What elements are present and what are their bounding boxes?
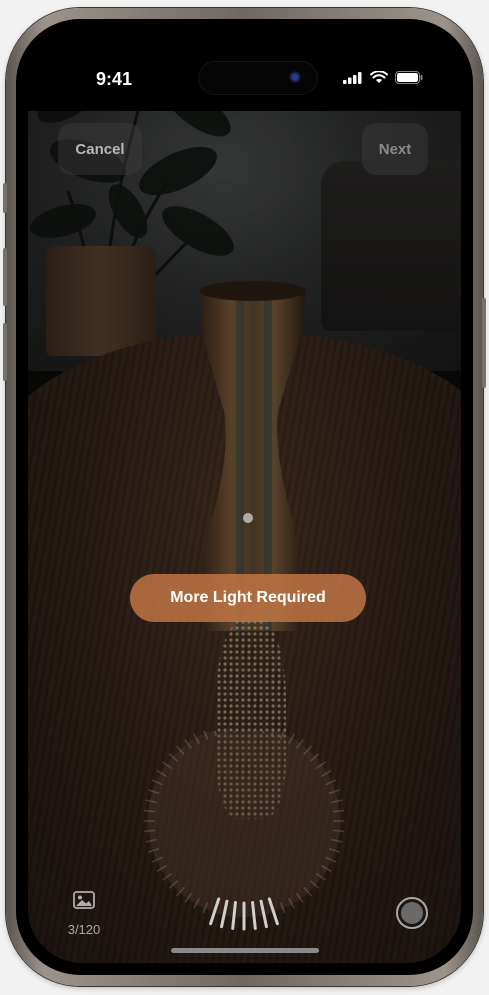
front-camera	[289, 71, 301, 83]
volume-up-button	[3, 248, 7, 306]
screen: 9:41 Cancel Next More Light Required 3/1…	[28, 31, 461, 963]
power-button	[482, 298, 486, 388]
status-time: 9:41	[96, 69, 133, 89]
light-warning-banner: More Light Required	[130, 574, 366, 622]
capture-progress-dial	[143, 731, 345, 931]
cellular-signal-icon	[343, 71, 362, 84]
dial-tick	[143, 829, 156, 833]
photo-gallery-icon	[73, 891, 95, 909]
wifi-icon	[370, 71, 388, 83]
phone-frame: 9:41 Cancel Next More Light Required 3/1…	[3, 8, 486, 986]
home-indicator[interactable]	[171, 948, 319, 953]
shutter-button-icon	[401, 902, 423, 924]
bezel: 9:41 Cancel Next More Light Required 3/1…	[16, 19, 473, 975]
status-bar: 9:41	[28, 31, 461, 111]
shutter-button[interactable]	[396, 897, 428, 929]
dial-tick	[332, 829, 345, 833]
next-button[interactable]: Next	[362, 123, 428, 175]
cancel-button[interactable]: Cancel	[58, 123, 142, 175]
battery-icon	[395, 71, 423, 84]
volume-down-button	[3, 323, 7, 381]
dial-tick	[143, 809, 156, 813]
ring-switch	[3, 183, 7, 213]
focus-dot	[243, 513, 253, 523]
capture-count: 3/120	[67, 922, 101, 937]
gallery-button[interactable]: 3/120	[58, 891, 110, 937]
dial-tick	[332, 809, 345, 813]
